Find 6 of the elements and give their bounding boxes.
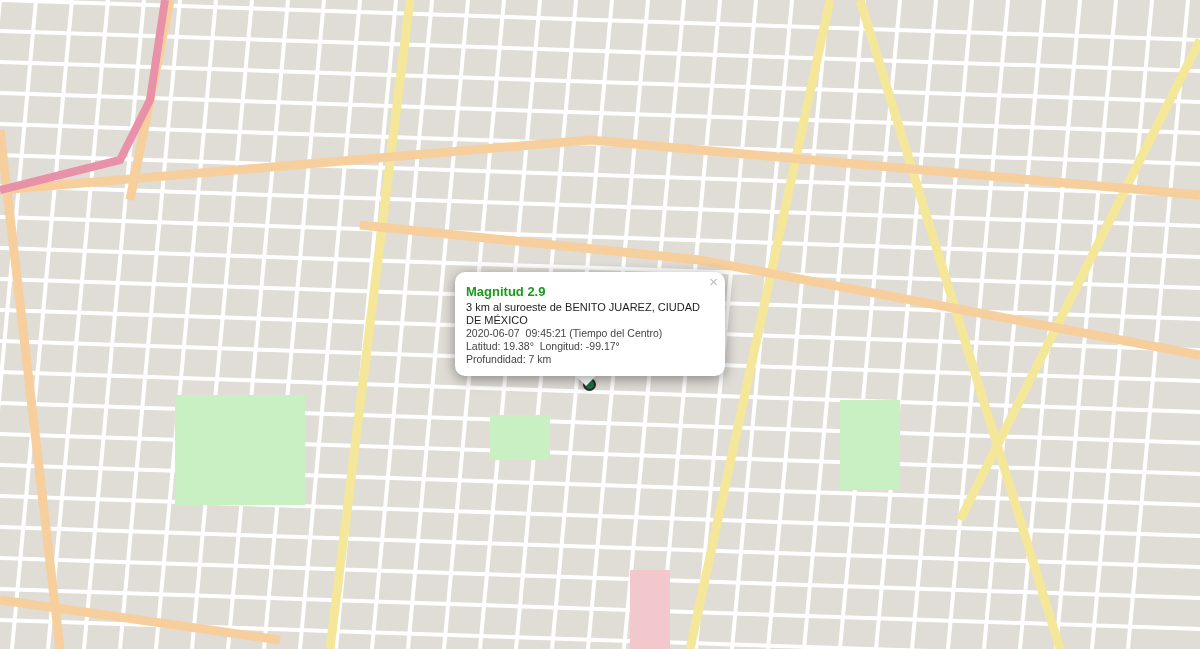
popup-coordinates: Latitud: 19.38° Longitud: -99.17° <box>466 340 621 353</box>
popup-location: 3 km al suroeste de BENITO JUAREZ, CIUDAD DE MÉXICO <box>466 301 701 327</box>
popup-time: 2020-06-07 09:45:21 (Tiempo del Centro) <box>466 327 664 340</box>
popup-depth: Profundidad: 7 km <box>466 353 553 366</box>
popup-title: Magnitud 2.9 <box>466 284 547 300</box>
close-button[interactable]: × <box>707 274 720 290</box>
